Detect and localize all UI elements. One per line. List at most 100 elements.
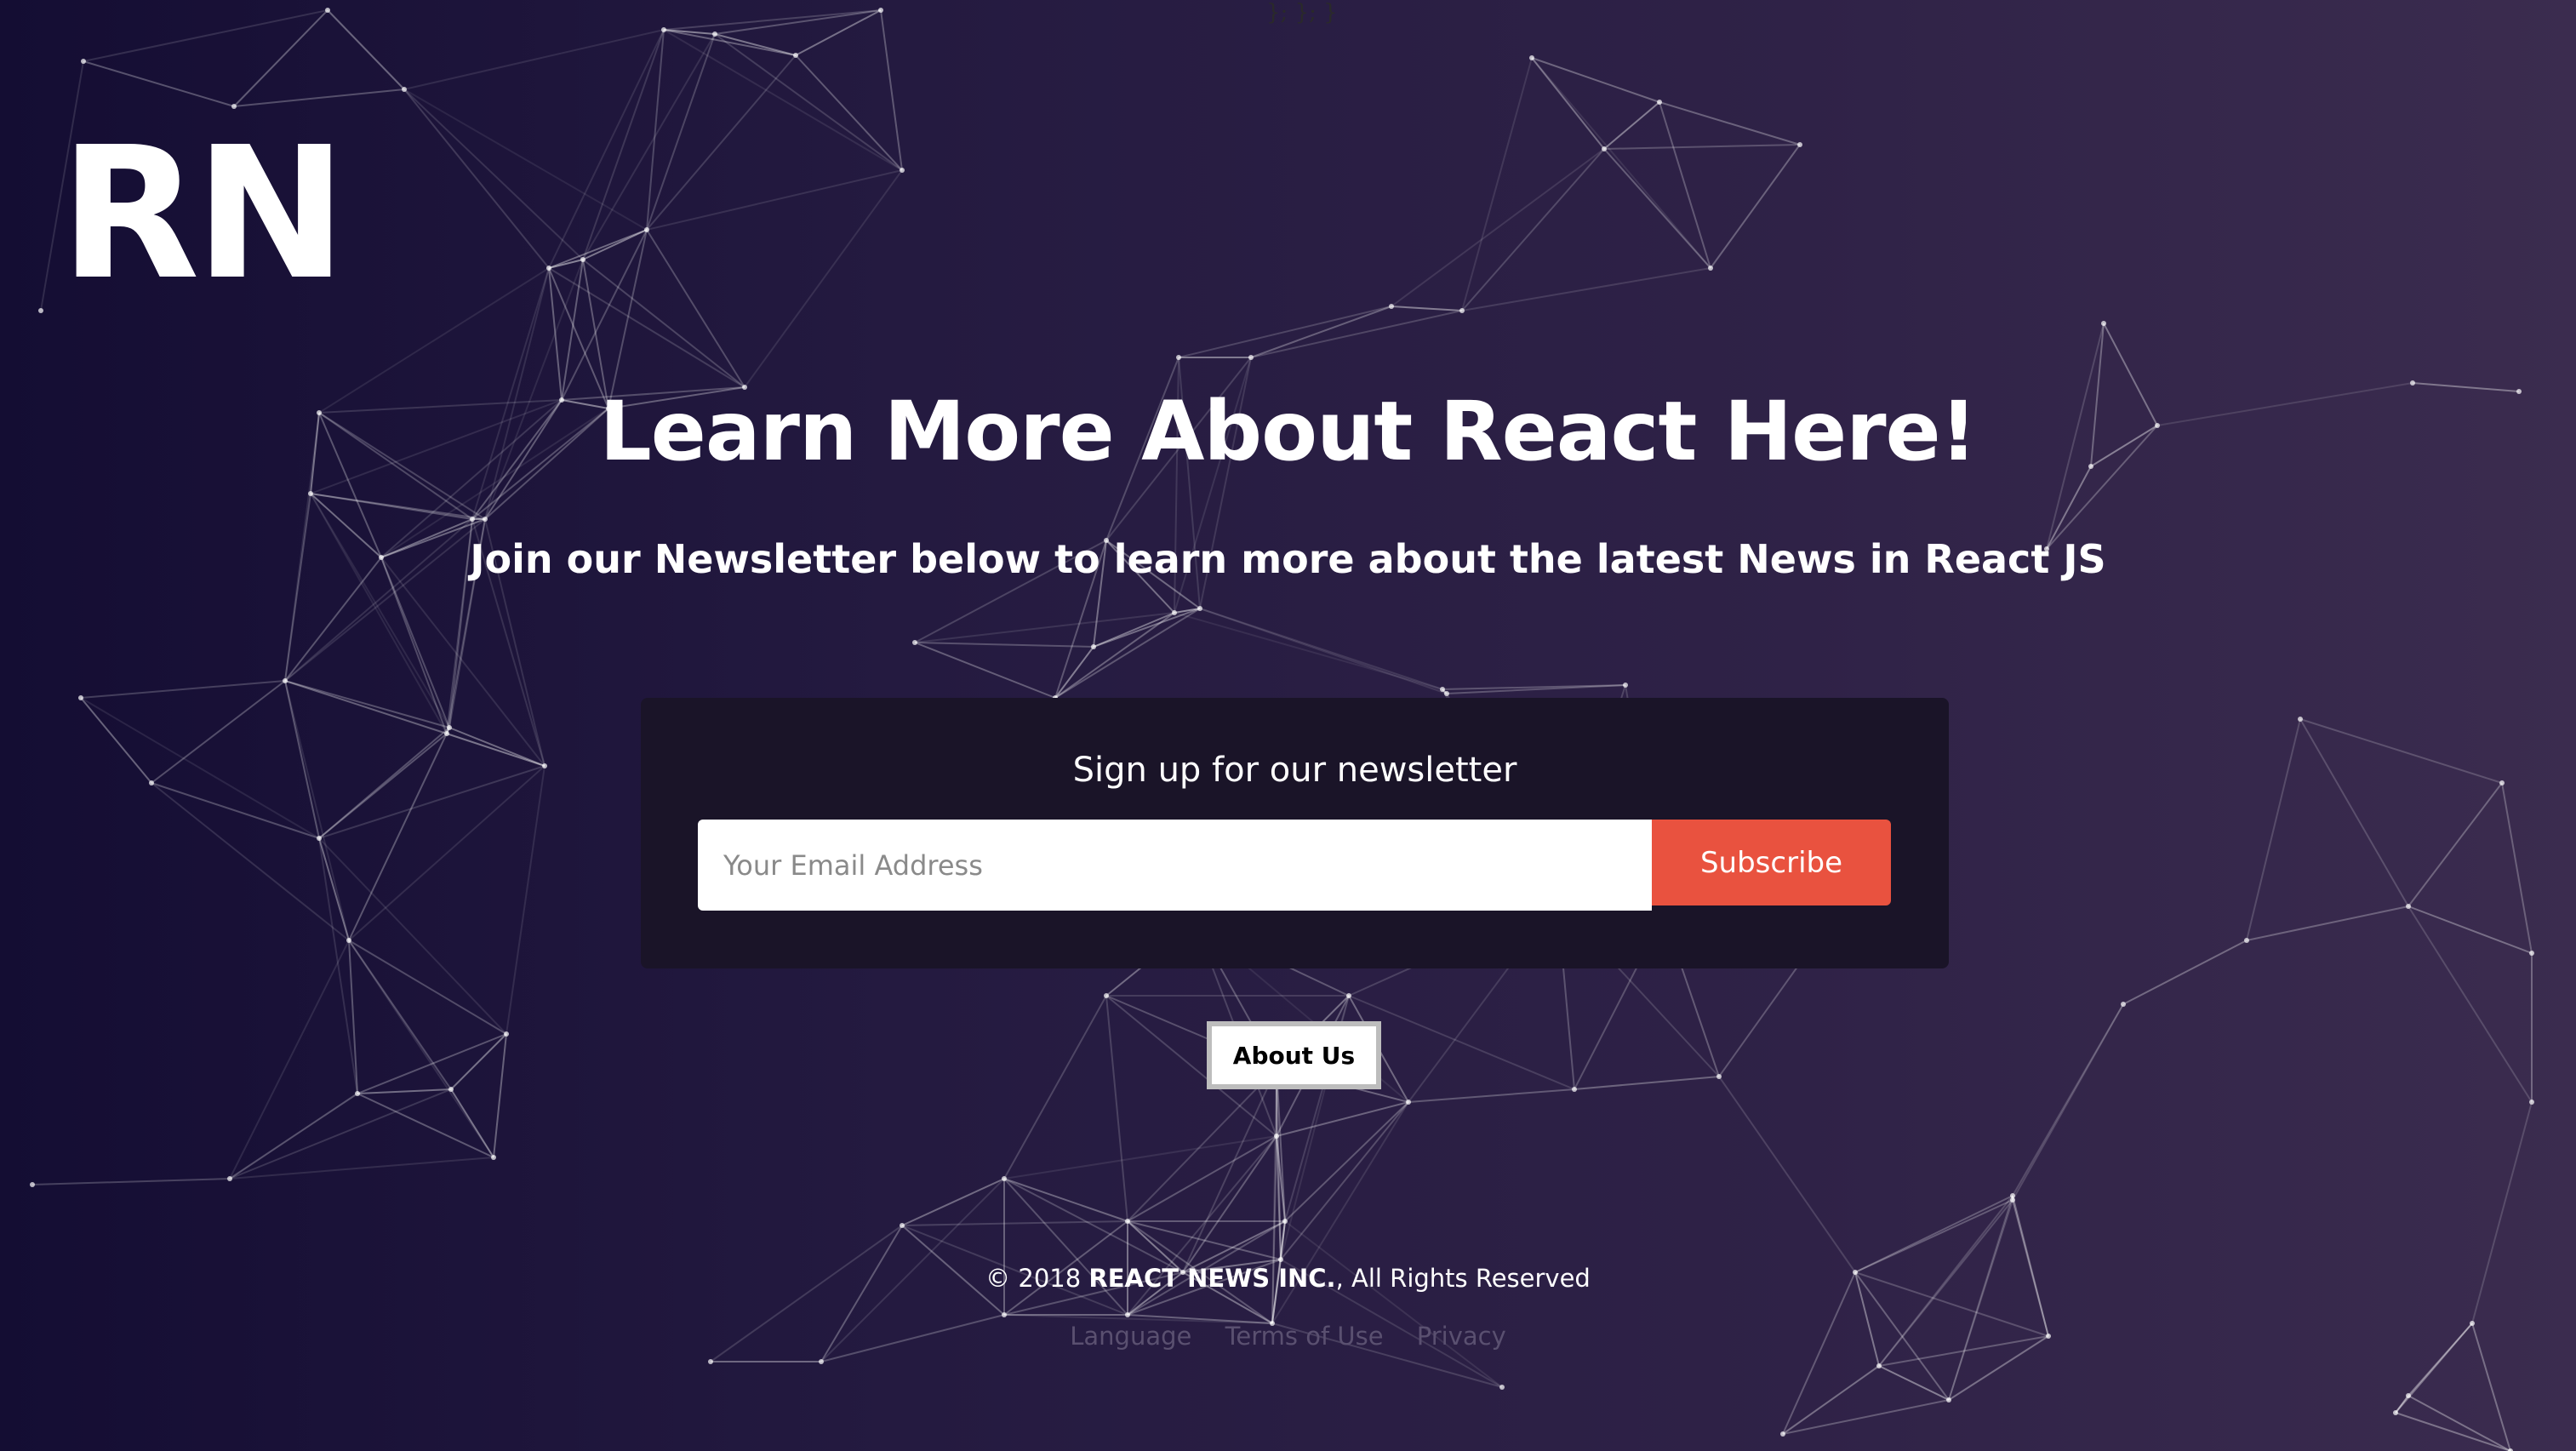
network-node: [1459, 308, 1465, 313]
network-line: [1408, 1088, 1575, 1103]
logo[interactable]: RN: [60, 123, 347, 306]
network-line: [795, 54, 903, 171]
network-line: [318, 765, 545, 839]
network-line: [1461, 267, 1711, 311]
network-node: [1002, 1312, 1007, 1317]
network-line: [505, 765, 545, 1035]
network-line: [1199, 608, 1448, 694]
network-line: [2122, 940, 2248, 1005]
newsletter-signup-box: Sign up for our newsletter Subscribe: [641, 698, 1949, 968]
network-line: [901, 1178, 1005, 1226]
network-line: [1782, 1271, 1856, 1435]
network-line: [914, 642, 1094, 648]
network-node: [1248, 355, 1254, 360]
network-line: [446, 733, 545, 767]
network-line: [663, 29, 903, 171]
network-line: [327, 9, 405, 90]
network-line: [403, 89, 648, 231]
network-node: [542, 763, 547, 768]
network-line: [880, 9, 903, 171]
network-node: [2244, 938, 2249, 943]
network-line: [1391, 148, 1605, 307]
network-node: [491, 1155, 496, 1160]
network-node: [448, 1087, 454, 1092]
network-line: [2395, 1412, 2511, 1451]
network-line: [1574, 1076, 1720, 1090]
network-line: [1391, 306, 1463, 311]
footer-link-language[interactable]: Language: [1070, 1322, 1191, 1351]
network-node: [1125, 1219, 1130, 1224]
network-line: [582, 259, 745, 388]
network-node: [1176, 355, 1181, 360]
network-line: [646, 169, 903, 231]
network-line: [2246, 905, 2409, 941]
network-node: [793, 53, 798, 58]
network-line: [1280, 1101, 1409, 1260]
network-line: [229, 1157, 494, 1180]
network-line: [1603, 101, 1660, 150]
network-node: [1946, 1397, 1951, 1402]
network-node: [1529, 55, 1534, 60]
network-line: [2246, 718, 2301, 941]
network-node: [1657, 100, 1662, 105]
network-node: [878, 8, 883, 13]
network-node: [1346, 993, 1351, 998]
network-line: [1182, 1067, 1277, 1273]
network-line: [2012, 1003, 2124, 1201]
network-line: [403, 89, 550, 269]
network-line: [914, 642, 1056, 699]
network-node: [402, 87, 407, 92]
network-line: [1603, 148, 1711, 269]
network-node: [644, 227, 649, 232]
network-line: [914, 612, 1175, 643]
network-line: [1878, 1365, 1950, 1401]
network-node: [149, 780, 154, 785]
network-line: [1284, 1220, 1503, 1388]
page-headline: Learn More About React Here!: [599, 384, 1978, 479]
footer-links: Language Terms of Use Privacy: [0, 1322, 2576, 1351]
network-node: [1572, 1087, 1577, 1092]
network-line: [348, 765, 545, 941]
network-line: [284, 680, 450, 728]
network-line: [357, 1088, 452, 1094]
network-node: [78, 695, 83, 700]
network-node: [1125, 1312, 1130, 1317]
network-node: [1444, 691, 1449, 696]
about-us-button[interactable]: About Us: [1207, 1021, 1381, 1089]
network-line: [1127, 1135, 1277, 1222]
network-node: [1091, 644, 1096, 649]
network-line: [646, 229, 745, 388]
network-node: [308, 491, 313, 496]
footer-link-privacy[interactable]: Privacy: [1417, 1322, 1506, 1351]
network-node: [2393, 1410, 2398, 1415]
network-line: [1054, 646, 1094, 699]
network-line: [403, 29, 665, 90]
network-line: [2501, 782, 2533, 954]
network-node: [1780, 1431, 1785, 1437]
network-node: [900, 168, 905, 173]
network-node: [1282, 1219, 1288, 1224]
network-line: [318, 837, 358, 1094]
network-line: [450, 1033, 507, 1090]
network-node: [1623, 683, 1628, 688]
network-line: [348, 940, 494, 1158]
network-node: [30, 1182, 35, 1187]
network-node: [1440, 687, 1445, 692]
network-line: [284, 680, 448, 734]
network-line: [1127, 1067, 1277, 1222]
subscribe-button[interactable]: Subscribe: [1652, 820, 1891, 905]
network-line: [31, 1178, 231, 1185]
network-line: [233, 89, 405, 107]
network-line: [1461, 148, 1605, 311]
network-node: [900, 1223, 905, 1228]
network-line: [714, 33, 797, 56]
network-line: [493, 1033, 507, 1158]
network-node: [546, 266, 551, 271]
footer-link-terms-of-use[interactable]: Terms of Use: [1225, 1322, 1384, 1351]
network-node: [2101, 321, 2106, 326]
network-node: [2298, 717, 2303, 722]
network-line: [151, 680, 286, 784]
network-line: [1348, 995, 1575, 1090]
email-input[interactable]: [698, 820, 1652, 911]
network-line: [1659, 101, 1711, 269]
